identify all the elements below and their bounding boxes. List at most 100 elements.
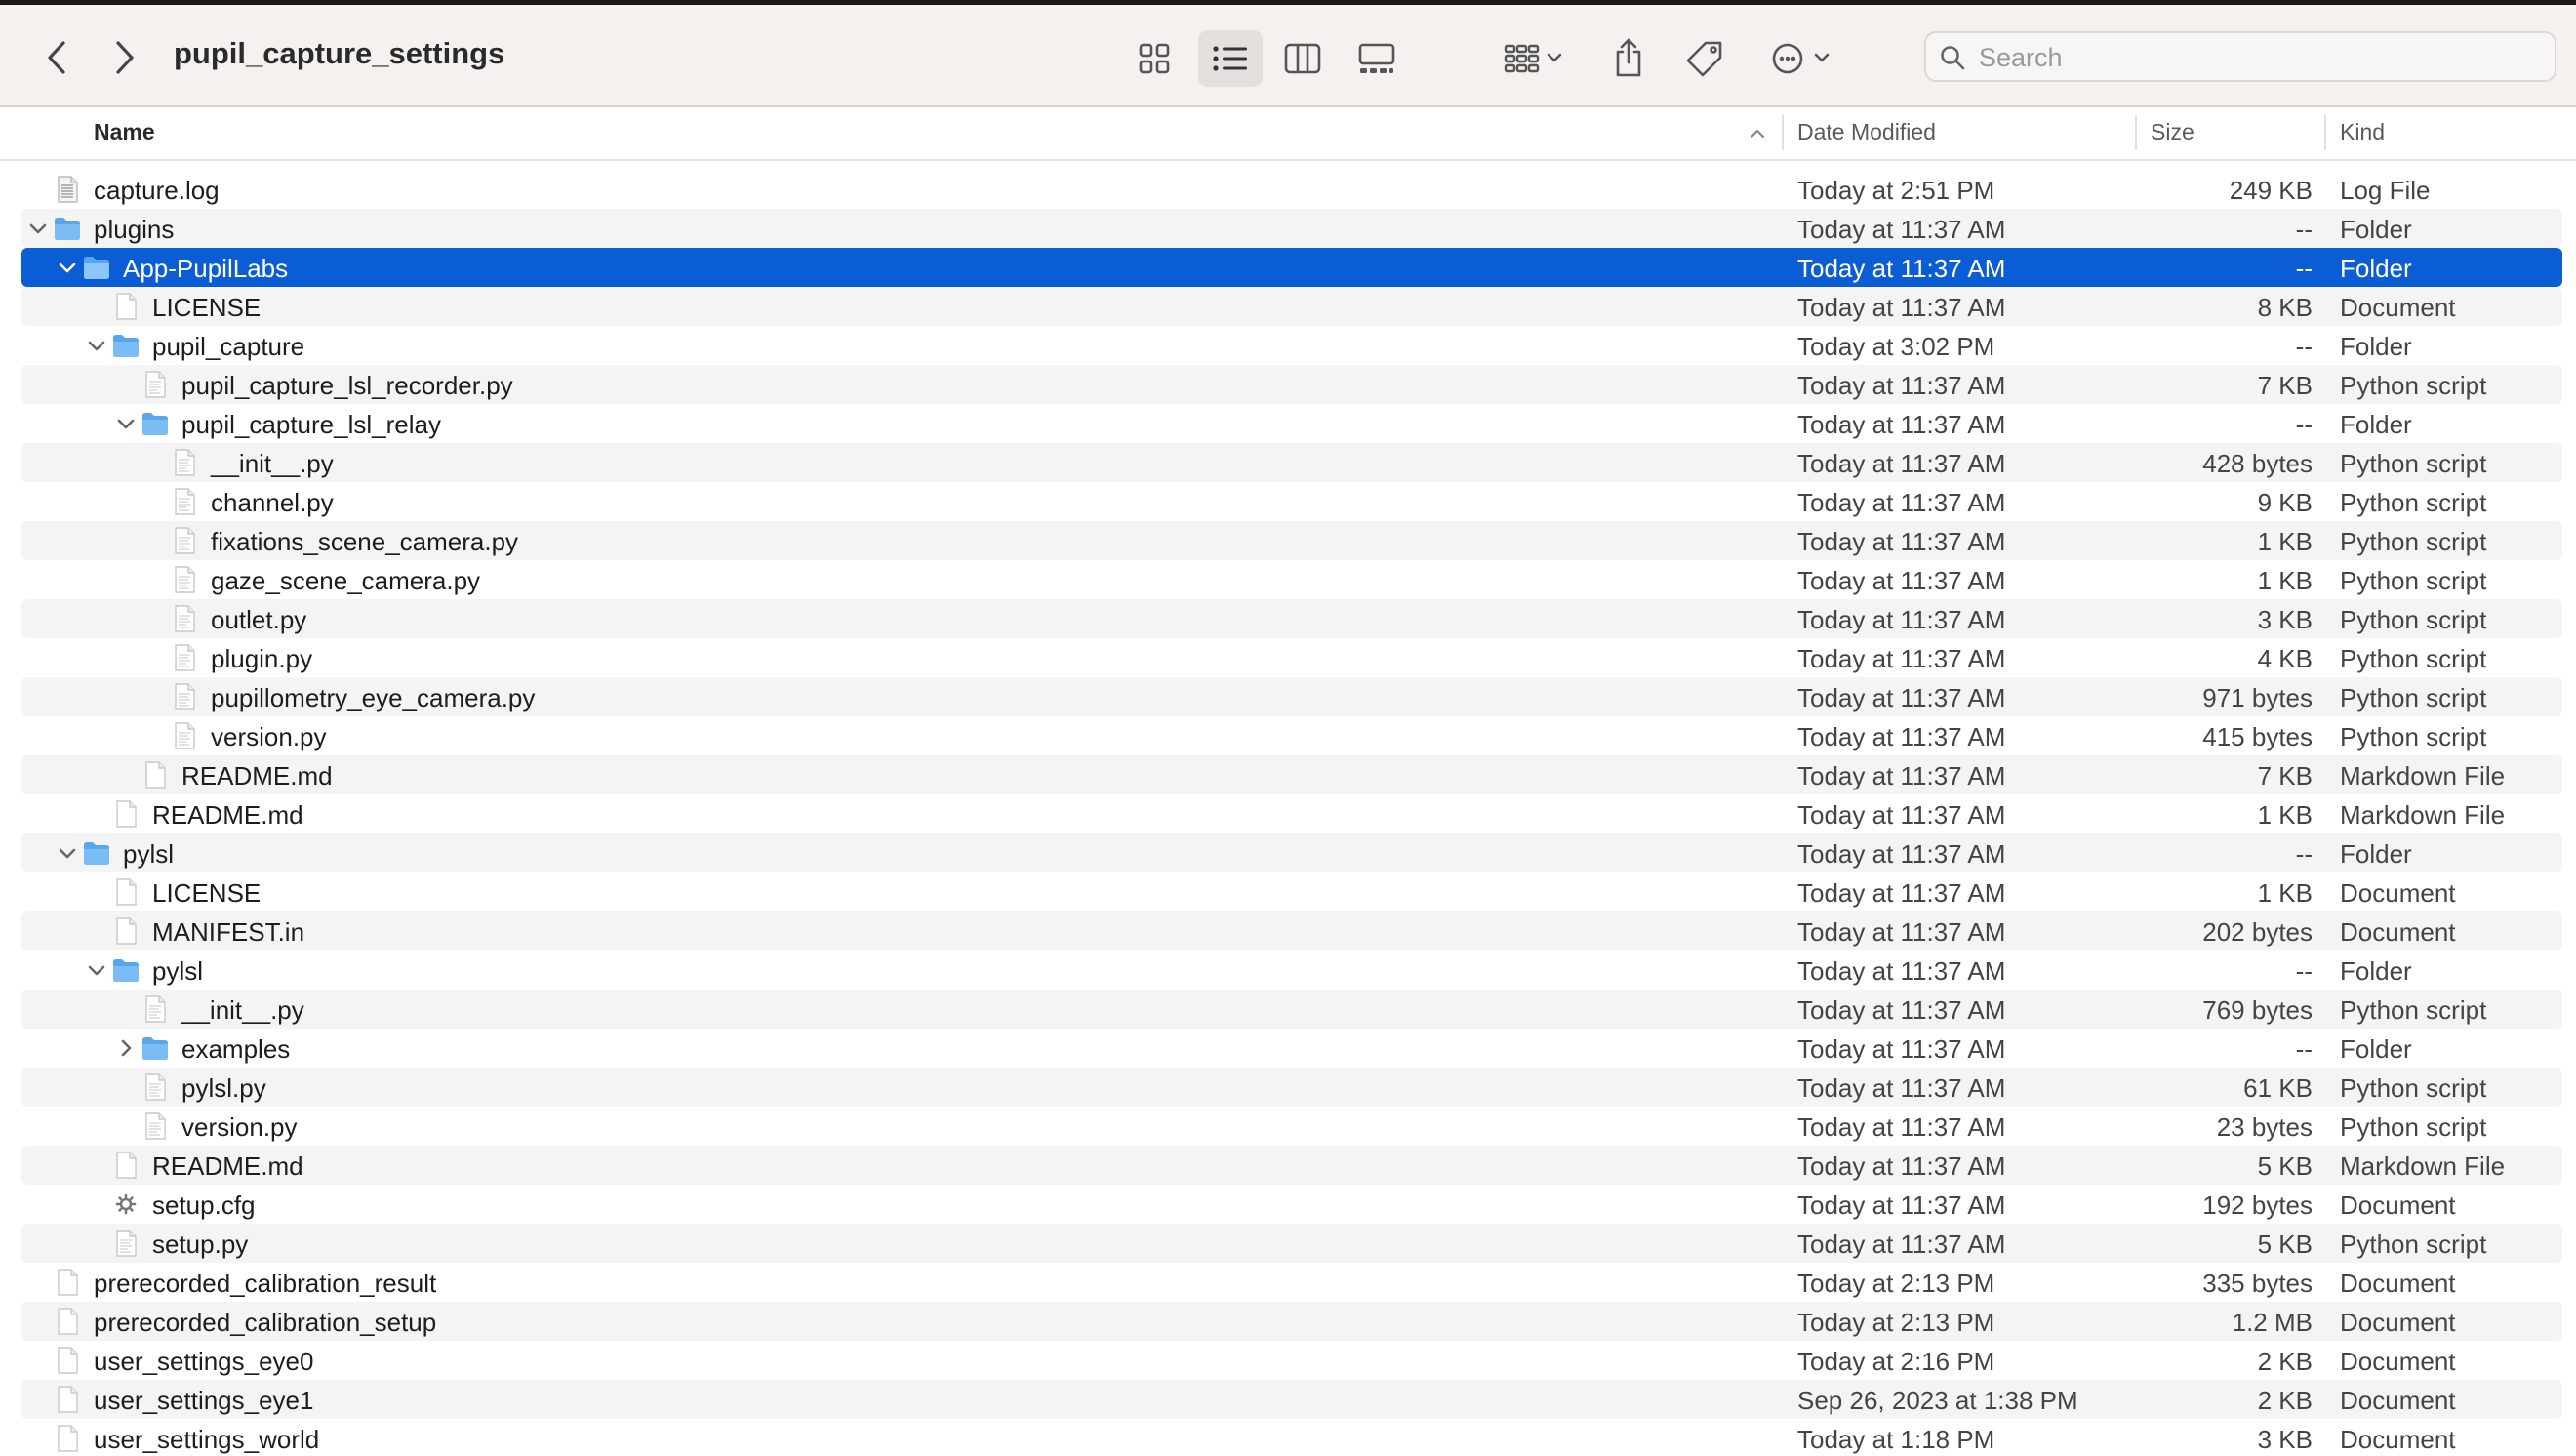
file-row[interactable]: LICENSE Today at 11:37 AM 8 KB Document (0, 287, 2576, 326)
file-kind: Python script (2340, 644, 2487, 673)
file-row[interactable]: __init__.py Today at 11:37 AM 428 bytes Pyt… (0, 443, 2576, 482)
size-column-header[interactable]: Size (2151, 119, 2194, 145)
date-modified-column-header[interactable]: Date Modified (1797, 119, 1936, 145)
file-row[interactable]: plugin.py Today at 11:37 AM 4 KB Python scr… (0, 638, 2576, 677)
column-divider[interactable] (1782, 115, 1784, 150)
file-row[interactable]: examples Today at 11:37 AM -- Folder (0, 1029, 2576, 1068)
file-kind: Document (2340, 1269, 2456, 1298)
file-row[interactable]: MANIFEST.in Today at 11:37 AM 202 bytes Doc… (0, 911, 2576, 950)
file-name: channel.py (211, 488, 334, 517)
disclosure-open-icon[interactable] (86, 959, 107, 981)
row-background (21, 950, 2562, 990)
file-row[interactable]: __init__.py Today at 11:37 AM 769 bytes Pyt… (0, 990, 2576, 1029)
file-kind: Python script (2340, 449, 2487, 478)
file-row[interactable]: README.md Today at 11:37 AM 1 KB Markdown F… (0, 794, 2576, 833)
tag-button[interactable] (1678, 34, 1731, 83)
date-modified: Today at 11:37 AM (1797, 1230, 2006, 1259)
file-kind: Document (2340, 1191, 2456, 1220)
file-size: -- (2295, 332, 2313, 361)
file-row[interactable]: pylsl.py Today at 11:37 AM 61 KB Python scr… (0, 1068, 2576, 1107)
file-row[interactable]: README.md Today at 11:37 AM 5 KB Markdown F… (0, 1146, 2576, 1185)
file-row[interactable]: prerecorded_calibration_result Today at 2… (0, 1263, 2576, 1302)
file-row[interactable]: setup.py Today at 11:37 AM 5 KB Python scri… (0, 1224, 2576, 1263)
file-name: pylsl (123, 839, 175, 869)
file-kind: Document (2340, 1425, 2456, 1454)
gallery-icon (1358, 43, 1395, 73)
disclosure-open-icon[interactable] (57, 257, 78, 278)
search-field[interactable] (1924, 31, 2556, 82)
file-kind: Python script (2340, 566, 2487, 595)
file-row[interactable]: pylsl Today at 11:37 AM -- Folder (0, 833, 2576, 872)
name-column-header[interactable]: Name (94, 119, 155, 145)
file-size: 1.2 MB (2232, 1308, 2313, 1337)
date-modified: Today at 11:37 AM (1797, 488, 2006, 517)
row-background (21, 794, 2562, 833)
file-row[interactable]: gaze_scene_camera.py Today at 11:37 AM 1 K… (0, 560, 2576, 599)
icon-view-button[interactable] (1130, 34, 1179, 83)
file-size: 9 KB (2257, 488, 2313, 517)
file-size: 5 KB (2257, 1230, 2313, 1259)
more-actions-button[interactable] (1762, 34, 1840, 83)
file-row[interactable]: outlet.py Today at 11:37 AM 3 KB Python scr… (0, 599, 2576, 638)
date-modified: Today at 11:37 AM (1797, 683, 2006, 712)
file-name: pylsl.py (181, 1073, 266, 1103)
gallery-view-button[interactable] (1352, 34, 1401, 83)
file-row[interactable]: channel.py Today at 11:37 AM 9 KB Python sc… (0, 482, 2576, 521)
file-kind: Markdown File (2340, 761, 2506, 790)
file-row[interactable]: capture.log Today at 2:51 PM 249 KB Log Fil… (0, 170, 2576, 209)
file-name: pylsl (152, 956, 204, 986)
disclosure-open-icon[interactable] (27, 218, 49, 239)
date-modified: Today at 11:37 AM (1797, 215, 2006, 244)
row-background (21, 1185, 2562, 1224)
file-row[interactable]: LICENSE Today at 11:37 AM 1 KB Document (0, 872, 2576, 911)
column-divider[interactable] (2135, 115, 2137, 150)
search-input[interactable] (1977, 39, 2547, 76)
file-row[interactable]: fixations_scene_camera.py Today at 11:37 … (0, 521, 2576, 560)
file-name: pupil_capture_lsl_recorder.py (181, 371, 513, 400)
file-name: gaze_scene_camera.py (211, 566, 481, 595)
file-name: LICENSE (152, 293, 262, 322)
file-row[interactable]: version.py Today at 11:37 AM 415 bytes Pyth… (0, 716, 2576, 755)
disclosure-closed-icon[interactable] (115, 1037, 137, 1059)
file-row[interactable]: pupil_capture_lsl_recorder.py Today at 11… (0, 365, 2576, 404)
sort-ascending-icon[interactable] (1747, 123, 1768, 144)
file-kind: Python script (2340, 605, 2487, 634)
list-icon (1213, 46, 1247, 71)
file-row[interactable]: setup.cfg Today at 11:37 AM 192 bytes Docum… (0, 1185, 2576, 1224)
file-row[interactable]: version.py Today at 11:37 AM 23 bytes Pytho… (0, 1107, 2576, 1146)
column-divider[interactable] (2324, 115, 2326, 150)
disclosure-open-icon[interactable] (115, 413, 137, 434)
file-row[interactable]: user_settings_eye0 Today at 2:16 PM 2 KB Do… (0, 1341, 2576, 1380)
back-button[interactable] (35, 32, 78, 83)
column-view-button[interactable] (1278, 34, 1327, 83)
file-name: user_settings_eye0 (94, 1347, 314, 1376)
file-row[interactable]: prerecorded_calibration_setup Today at 2:… (0, 1302, 2576, 1341)
file-kind: Folder (2340, 839, 2412, 869)
list-view-button[interactable] (1198, 30, 1263, 87)
file-row[interactable]: pupil_capture Today at 3:02 PM -- Folder (0, 326, 2576, 365)
file-size: 61 KB (2243, 1073, 2313, 1103)
document-icon (53, 1385, 82, 1414)
row-background (21, 716, 2562, 755)
file-size: -- (2295, 410, 2313, 439)
file-row[interactable]: pupil_capture_lsl_relay Today at 11:37 AM… (0, 404, 2576, 443)
disclosure-open-icon[interactable] (86, 335, 107, 356)
share-button[interactable] (1604, 30, 1653, 85)
file-size: 971 bytes (2202, 683, 2313, 712)
file-name: MANIFEST.in (152, 917, 305, 947)
file-row[interactable]: pupillometry_eye_camera.py Today at 11:37… (0, 677, 2576, 716)
file-row[interactable]: pylsl Today at 11:37 AM -- Folder (0, 950, 2576, 990)
group-by-button[interactable] (1495, 34, 1573, 83)
date-modified: Today at 11:37 AM (1797, 1034, 2006, 1064)
disclosure-open-icon[interactable] (57, 842, 78, 864)
forward-button[interactable] (103, 32, 146, 83)
file-row[interactable]: user_settings_world Today at 1:18 PM 3 KB D… (0, 1419, 2576, 1456)
file-row[interactable]: user_settings_eye1 Sep 26, 2023 at 1:38 P… (0, 1380, 2576, 1419)
script-file-icon (141, 370, 170, 399)
kind-column-header[interactable]: Kind (2340, 119, 2385, 145)
file-row[interactable]: README.md Today at 11:37 AM 7 KB Markdown F… (0, 755, 2576, 794)
file-row[interactable]: plugins Today at 11:37 AM -- Folder (0, 209, 2576, 248)
file-name: README.md (152, 800, 303, 829)
file-name: pupil_capture_lsl_relay (181, 410, 441, 439)
file-row[interactable]: App-PupilLabs Today at 11:37 AM -- Folder (0, 248, 2576, 287)
